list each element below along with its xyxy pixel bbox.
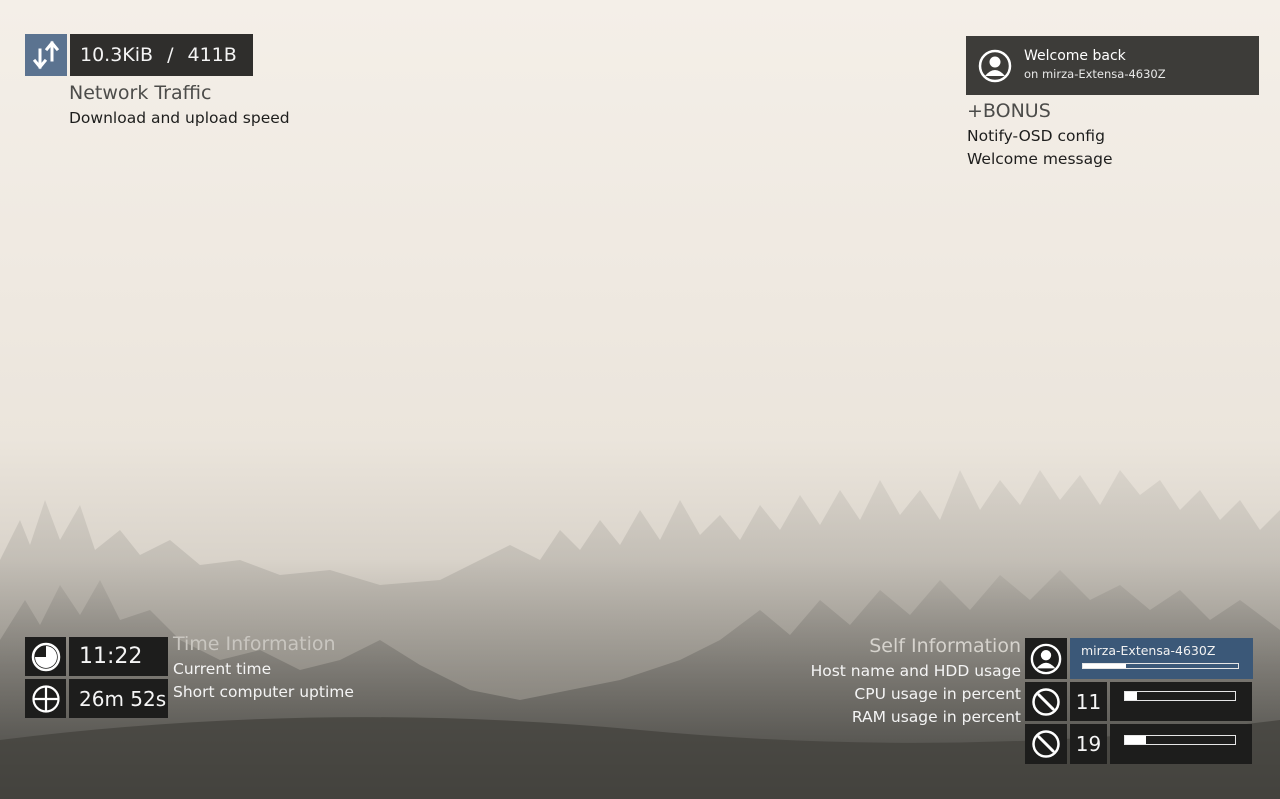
clock-icon-box: [25, 637, 66, 676]
self-info-title: Self Information: [869, 635, 1021, 657]
gauge-icon: [1032, 687, 1060, 716]
uptime-value: 26m 52s: [69, 679, 168, 718]
cpu-icon-box: [1025, 682, 1067, 721]
self-info-line-3: RAM usage in percent: [851, 708, 1021, 726]
speed-separator: /: [167, 44, 174, 66]
clock-value: 11:22: [69, 637, 168, 676]
upload-speed: 411B: [187, 44, 237, 66]
desktop: 10.3KiB / 411B Network Traffic Download …: [0, 0, 1280, 799]
network-subtitle: Download and upload speed: [69, 109, 290, 127]
cpu-usage-bar: [1124, 691, 1236, 701]
self-info-line-2: CPU usage in percent: [854, 685, 1021, 703]
cpu-usage-fill: [1125, 692, 1138, 700]
gauge-icon: [1032, 730, 1060, 758]
uptime-icon-box: [25, 679, 66, 718]
time-info-line-2: Short computer uptime: [173, 683, 354, 701]
user-avatar-icon: [1030, 643, 1062, 674]
hdd-usage-bar: [1082, 663, 1239, 669]
download-speed: 10.3KiB: [80, 44, 154, 66]
bonus-line-2: Welcome message: [967, 150, 1113, 168]
cpu-value: 11: [1070, 682, 1107, 721]
ram-icon-box: [1025, 724, 1067, 764]
host-panel: mirza-Extensa-4630Z: [1070, 638, 1253, 679]
welcome-notification: Welcome back on mirza-Extensa-4630Z: [966, 36, 1259, 95]
bonus-line-1: Notify-OSD config: [967, 127, 1105, 145]
ram-value: 19: [1070, 724, 1107, 764]
up-down-arrows-icon: [32, 40, 60, 70]
pie-clock-icon: [31, 642, 60, 671]
cpu-bar-panel: [1110, 682, 1252, 721]
ram-bar-panel: [1110, 724, 1252, 764]
crosshair-icon: [31, 684, 60, 713]
ram-usage-bar: [1124, 735, 1236, 745]
network-speed-panel: 10.3KiB / 411B: [70, 34, 253, 76]
bonus-title: +BONUS: [967, 100, 1051, 122]
network-title: Network Traffic: [69, 82, 212, 104]
ram-usage-fill: [1125, 736, 1146, 744]
self-info-line-1: Host name and HDD usage: [810, 662, 1021, 680]
time-info-line-1: Current time: [173, 660, 272, 678]
host-icon-box: [1025, 638, 1067, 679]
hostname-label: mirza-Extensa-4630Z: [1081, 643, 1216, 658]
network-icon-box: [25, 34, 67, 76]
hdd-usage-fill: [1083, 664, 1127, 668]
welcome-heading: Welcome back: [1024, 48, 1126, 64]
user-avatar-icon: [978, 49, 1012, 83]
welcome-host: on mirza-Extensa-4630Z: [1024, 67, 1166, 81]
time-info-title: Time Information: [173, 633, 336, 655]
